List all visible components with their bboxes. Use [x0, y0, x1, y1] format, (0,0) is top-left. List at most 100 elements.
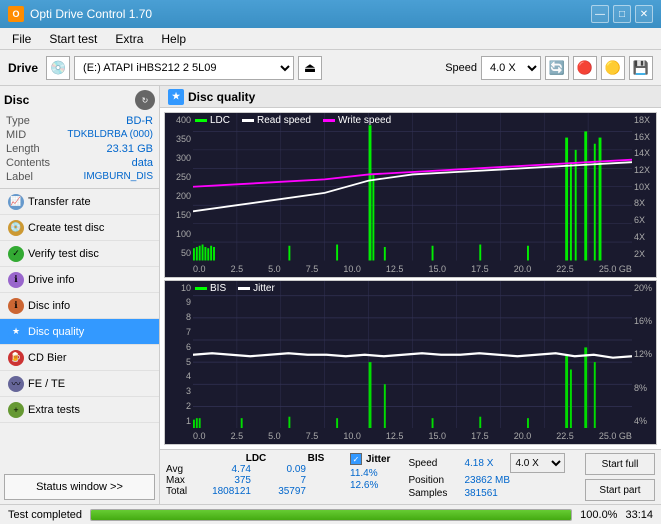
app-title: Opti Drive Control 1.70 — [30, 7, 152, 21]
speed-row: Speed 4.18 X 4.0 X — [408, 453, 565, 473]
sidebar-item-disc-quality[interactable]: ★ Disc quality — [0, 319, 159, 345]
chart2-x-axis: 0.0 2.5 5.0 7.5 10.0 12.5 15.0 17.5 20.0… — [193, 428, 632, 444]
legend-jitter: Jitter — [238, 283, 275, 294]
sidebar-item-verify-test-disc-label: Verify test disc — [28, 248, 99, 260]
stats-bar: LDC BIS Avg 4.74 0.09 Max 375 7 Total 18… — [160, 449, 661, 504]
avg-ldc-value: 4.74 — [206, 464, 251, 475]
legend-bis-label: BIS — [210, 283, 226, 294]
start-full-button[interactable]: Start full — [585, 453, 655, 475]
sidebar-item-transfer-rate-label: Transfer rate — [28, 196, 91, 208]
disc-length-row: Length 23.31 GB — [4, 142, 155, 156]
extra-tests-icon: + — [8, 402, 24, 418]
legend-write-speed-color — [323, 119, 335, 122]
samples-label: Samples — [408, 488, 458, 499]
samples-row: Samples 381561 — [408, 488, 565, 499]
ldc-col-header: LDC — [236, 453, 276, 464]
legend-write-speed-label: Write speed — [338, 115, 391, 126]
refresh-speed-btn[interactable]: 🔄 — [545, 56, 569, 80]
close-button[interactable]: ✕ — [635, 5, 653, 23]
sidebar-item-create-test-disc[interactable]: 💿 Create test disc — [0, 215, 159, 241]
erase-btn[interactable]: 🟡 — [601, 56, 625, 80]
position-row: Position 23862 MB — [408, 475, 565, 486]
disc-label-value: IMGBURN_DIS — [84, 171, 153, 183]
progress-bar — [90, 509, 572, 521]
transfer-rate-icon: 📈 — [8, 194, 24, 210]
sidebar-item-disc-info[interactable]: ℹ Disc info — [0, 293, 159, 319]
jitter-checkbox[interactable]: ✓ — [350, 453, 362, 465]
chart1-y-axis-left: 400 350 300 250 200 150 100 50 — [165, 113, 193, 261]
speed-position-stats: Speed 4.18 X 4.0 X Position 23862 MB Sam… — [400, 453, 565, 499]
minimize-button[interactable]: — — [591, 5, 609, 23]
sidebar-item-cd-bier[interactable]: 🍺 CD Bier — [0, 345, 159, 371]
cd-bier-icon: 🍺 — [8, 350, 24, 366]
menu-file[interactable]: File — [4, 30, 39, 48]
disc-contents-row: Contents data — [4, 156, 155, 170]
disc-length-label: Length — [6, 143, 40, 155]
disc-contents-value: data — [132, 157, 153, 169]
disc-refresh-icon[interactable]: ↻ — [135, 90, 155, 110]
maximize-button[interactable]: □ — [613, 5, 631, 23]
bis-col-header: BIS — [296, 453, 336, 464]
max-label: Max — [166, 475, 196, 486]
chart2-plot — [193, 281, 632, 429]
total-ldc-value: 1808121 — [206, 486, 251, 497]
disc-quality-title: Disc quality — [188, 90, 255, 104]
chart2-y-axis-right: 20% 16% 12% 8% 4% — [632, 281, 656, 429]
disc-mid-value: TDKBLDRBA (000) — [67, 129, 153, 141]
progress-percentage: 100.0% — [580, 509, 617, 521]
charts-area: LDC Read speed Write speed 400 350 300 — [160, 108, 661, 449]
legend-jitter-color — [238, 287, 250, 290]
legend-bis: BIS — [195, 283, 226, 294]
avg-label: Avg — [166, 464, 196, 475]
legend-bis-color — [195, 287, 207, 290]
jitter-header-row: ✓ Jitter — [350, 453, 390, 465]
eject-btn[interactable]: ⏏ — [298, 56, 322, 80]
sidebar-item-fe-te-label: FE / TE — [28, 378, 65, 390]
disc-header: Disc ↻ — [4, 90, 155, 110]
menu-help[interactable]: Help — [153, 30, 194, 48]
max-bis-value: 7 — [261, 475, 306, 486]
window-controls[interactable]: — □ ✕ — [591, 5, 653, 23]
disc-quality-header-icon: ★ — [168, 89, 184, 105]
sidebar-item-drive-info[interactable]: ℹ Drive info — [0, 267, 159, 293]
drive-icon-btn: 💿 — [46, 56, 70, 80]
save-btn[interactable]: 💾 — [629, 56, 653, 80]
content-area: ★ Disc quality LDC Read speed — [160, 86, 661, 504]
sidebar-item-extra-tests-label: Extra tests — [28, 404, 80, 416]
chart1-x-axis: 0.0 2.5 5.0 7.5 10.0 12.5 15.0 17.5 20.0… — [193, 261, 632, 277]
chart2-y-axis-left: 10 9 8 7 6 5 4 3 2 1 — [165, 281, 193, 429]
jitter-avg-value: 11.4% — [350, 468, 378, 479]
stats-total-row: Total 1808121 35797 — [166, 486, 336, 497]
progress-bar-fill — [91, 510, 571, 520]
burn-btn[interactable]: 🔴 — [573, 56, 597, 80]
jitter-avg-row: 11.4% — [350, 467, 390, 479]
disc-quality-header: ★ Disc quality — [160, 86, 661, 108]
titlebar-left: O Opti Drive Control 1.70 — [8, 6, 152, 22]
elapsed-time: 33:14 — [625, 509, 653, 521]
status-window-button[interactable]: Status window >> — [4, 474, 155, 500]
fe-te-icon: 〰 — [8, 376, 24, 392]
action-buttons: Start full Start part — [585, 453, 655, 501]
position-value: 23862 MB — [464, 475, 510, 486]
sidebar-item-extra-tests[interactable]: + Extra tests — [0, 397, 159, 423]
legend-jitter-label: Jitter — [253, 283, 275, 294]
legend-read-speed-color — [242, 119, 254, 122]
disc-contents-label: Contents — [6, 157, 50, 169]
disc-info-icon: ℹ — [8, 298, 24, 314]
speed-select[interactable]: 4.0 X — [510, 453, 565, 473]
disc-label-label: Label — [6, 171, 33, 183]
disc-length-value: 23.31 GB — [107, 143, 153, 155]
menu-start-test[interactable]: Start test — [41, 30, 105, 48]
legend-read-speed-label: Read speed — [257, 115, 311, 126]
sidebar-item-transfer-rate[interactable]: 📈 Transfer rate — [0, 189, 159, 215]
sidebar-item-fe-te[interactable]: 〰 FE / TE — [0, 371, 159, 397]
sidebar-item-verify-test-disc[interactable]: ✓ Verify test disc — [0, 241, 159, 267]
create-test-disc-icon: 💿 — [8, 220, 24, 236]
total-bis-value: 35797 — [261, 486, 306, 497]
start-part-button[interactable]: Start part — [585, 479, 655, 501]
total-label: Total — [166, 486, 196, 497]
speed-combo[interactable]: 4.0 X — [481, 56, 541, 80]
menu-extra[interactable]: Extra — [107, 30, 151, 48]
jitter-max-value: 12.6% — [350, 480, 378, 491]
drive-combo[interactable]: (E:) ATAPI iHBS212 2 5L09 — [74, 56, 294, 80]
